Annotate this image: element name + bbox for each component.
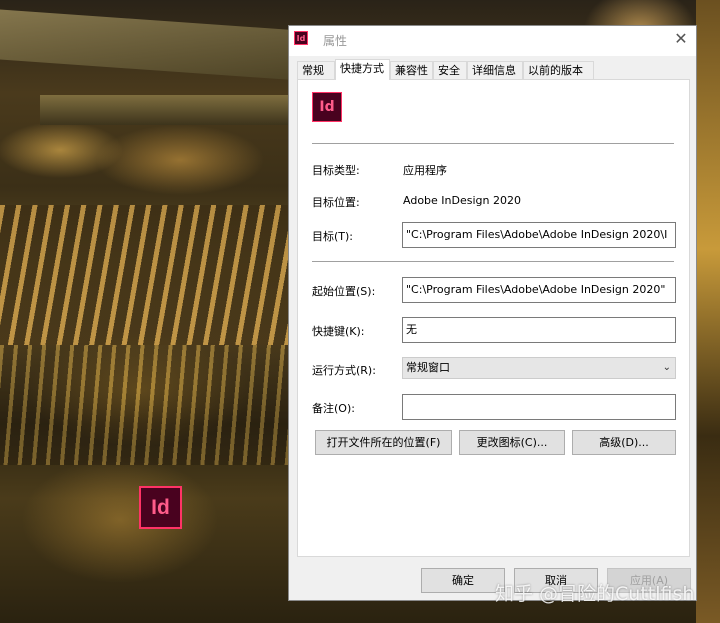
run-label: 运行方式(R):: [312, 364, 376, 377]
start-in-label: 起始位置(S):: [312, 285, 376, 298]
advanced-button[interactable]: 高级(D)...: [572, 430, 676, 455]
tab-general[interactable]: 常规: [297, 61, 335, 79]
start-in-input[interactable]: "C:\Program Files\Adobe\Adobe InDesign 2…: [402, 277, 676, 303]
shortcut-key-input[interactable]: 无: [402, 317, 676, 343]
tab-shortcut[interactable]: 快捷方式: [335, 59, 390, 80]
background-stilts: [0, 205, 290, 345]
shortcut-key-label: 快捷键(K):: [312, 325, 365, 338]
title-bar[interactable]: Id 属性 ✕: [289, 26, 696, 56]
properties-dialog: Id 属性 ✕ 常规 快捷方式 兼容性 安全 详细信息 以前的版本 Id 目标类…: [288, 25, 697, 601]
tab-details[interactable]: 详细信息: [467, 61, 523, 79]
background-right-edge: [696, 0, 720, 623]
dialog-title: 属性: [323, 34, 348, 48]
comment-label: 备注(O):: [312, 402, 355, 415]
separator-top: [312, 143, 674, 144]
target-type-label: 目标类型:: [312, 164, 360, 177]
watermark: 知乎 @冒险的Cuttlfish: [495, 583, 695, 605]
open-file-location-button[interactable]: 打开文件所在的位置(F): [315, 430, 452, 455]
target-input[interactable]: "C:\Program Files\Adobe\Adobe InDesign 2…: [402, 222, 676, 248]
change-icon-button[interactable]: 更改图标(C)...: [459, 430, 565, 455]
comment-input[interactable]: [402, 394, 676, 420]
target-location-value: Adobe InDesign 2020: [403, 194, 521, 207]
tab-security[interactable]: 安全: [433, 61, 467, 79]
separator-middle: [312, 261, 674, 262]
target-type-value: 应用程序: [403, 164, 447, 177]
tab-previous-versions[interactable]: 以前的版本: [523, 61, 594, 79]
indesign-shortcut-icon: Id: [312, 92, 342, 122]
ok-button[interactable]: 确定: [421, 568, 505, 593]
target-label: 目标(T):: [312, 230, 354, 243]
background-reflection: [0, 345, 290, 465]
background-roof-lower: [40, 95, 300, 125]
run-select-value: 常规窗口: [406, 361, 450, 374]
indesign-desktop-icon[interactable]: Id: [139, 486, 182, 529]
target-location-label: 目标位置:: [312, 196, 360, 209]
shortcut-panel: Id 目标类型: 应用程序 目标位置: Adobe InDesign 2020 …: [297, 79, 690, 557]
run-select[interactable]: 常规窗口 ⌄: [402, 357, 676, 379]
tab-compatibility[interactable]: 兼容性: [390, 61, 433, 79]
chevron-down-icon: ⌄: [662, 362, 671, 373]
close-icon[interactable]: ✕: [670, 28, 692, 50]
indesign-app-icon: Id: [294, 31, 308, 45]
